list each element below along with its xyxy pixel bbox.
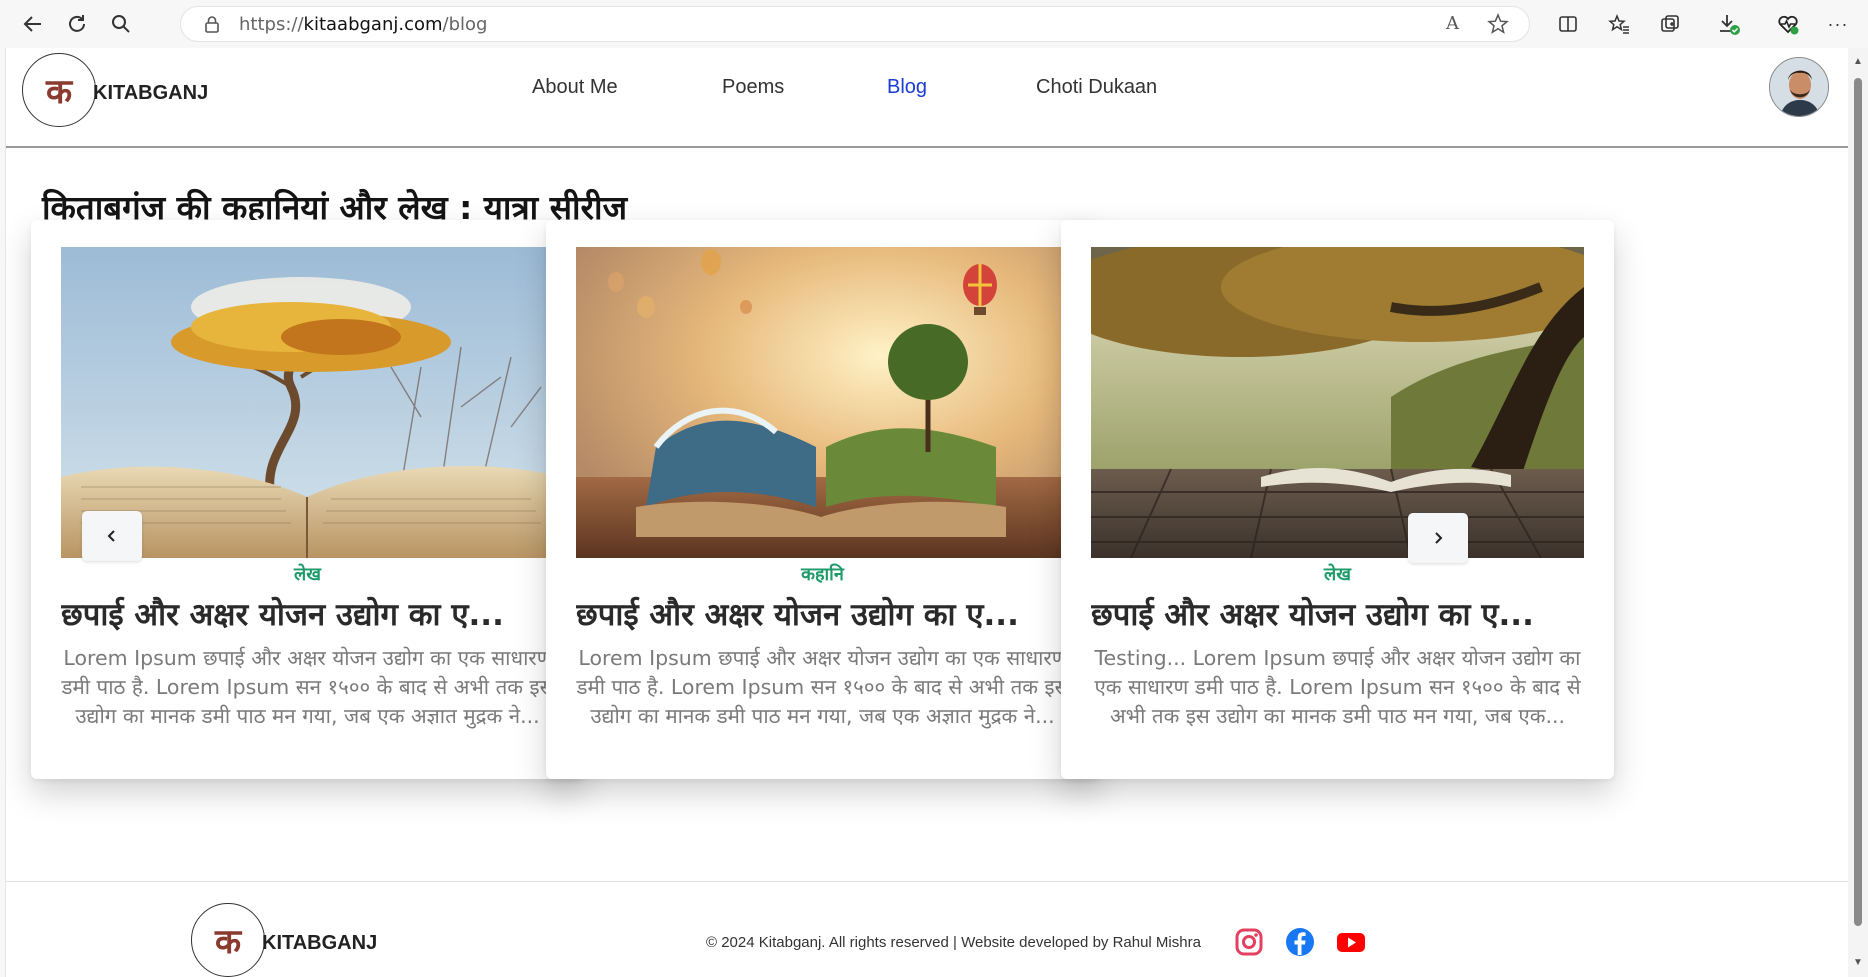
more-menu-icon[interactable]: ···: [1822, 10, 1854, 38]
copyright-text: © 2024 Kitabganj. All rights reserved | …: [706, 934, 1201, 951]
lock-icon[interactable]: [203, 15, 221, 33]
scroll-thumb[interactable]: [1854, 78, 1862, 926]
blog-card-1[interactable]: लेख छपाई और अक्षर योजन उद्योग का ए... Lo…: [31, 220, 584, 779]
card-category-1: लेख: [294, 564, 321, 585]
favorites-icon[interactable]: [1603, 10, 1635, 38]
favorite-star-icon[interactable]: [1487, 13, 1509, 41]
blog-card-3[interactable]: लेख छपाई और अक्षर योजन उद्योग का ए... Te…: [1061, 220, 1614, 779]
read-aloud-icon[interactable]: A: [1446, 13, 1459, 41]
nav-about-me[interactable]: About Me: [532, 76, 618, 99]
back-icon[interactable]: [18, 10, 48, 38]
chevron-left-icon: [107, 530, 115, 542]
facebook-icon[interactable]: [1284, 926, 1316, 958]
page-scrollbar[interactable]: ▲ ▼: [1848, 48, 1868, 977]
card-category-3: लेख: [1324, 564, 1351, 585]
footer-logo[interactable]: क: [191, 903, 265, 977]
downloads-icon[interactable]: [1713, 10, 1745, 38]
collections-icon[interactable]: [1654, 10, 1686, 38]
card-description-1: Lorem Ipsum छपाई और अक्षर योजन उद्योग का…: [61, 646, 554, 728]
nav-poems[interactable]: Poems: [722, 76, 784, 99]
blog-card-2[interactable]: कहानि छपाई और अक्षर योजन उद्योग का ए... …: [546, 220, 1099, 779]
card-image-2[interactable]: [576, 247, 1069, 558]
nav-blog[interactable]: Blog: [887, 76, 927, 99]
footer-brand-name[interactable]: KITABGANJ: [262, 932, 377, 955]
footer-logo-letter: क: [214, 922, 242, 962]
card-title-3[interactable]: छपाई और अक्षर योजन उद्योग का ए...: [1091, 593, 1591, 635]
carousel-prev-button[interactable]: [82, 511, 142, 561]
site-header: क KITABGANJ About Me Poems Blog Choti Du…: [6, 48, 1848, 148]
page-viewport: क KITABGANJ About Me Poems Blog Choti Du…: [5, 48, 1848, 977]
logo-letter: क: [45, 72, 73, 112]
address-bar[interactable]: https://kitaabganj.com/blog A: [180, 6, 1530, 42]
browser-essentials-icon[interactable]: [1772, 10, 1804, 38]
scroll-up-icon[interactable]: ▲: [1852, 56, 1864, 68]
card-title-2[interactable]: छपाई और अक्षर योजन उद्योग का ए...: [576, 593, 1076, 635]
split-screen-icon[interactable]: [1552, 10, 1584, 38]
footer-divider: [6, 881, 1848, 882]
browser-toolbar: https://kitaabganj.com/blog A ···: [0, 0, 1868, 48]
nav-choti-dukaan[interactable]: Choti Dukaan: [1036, 76, 1157, 99]
carousel-next-button[interactable]: [1408, 513, 1468, 563]
avatar[interactable]: [1769, 57, 1829, 117]
refresh-icon[interactable]: [62, 10, 92, 38]
scroll-down-icon[interactable]: ▼: [1852, 957, 1864, 969]
card-description-2: Lorem Ipsum छपाई और अक्षर योजन उद्योग का…: [576, 646, 1069, 728]
youtube-icon[interactable]: [1335, 926, 1367, 958]
chevron-right-icon: [1435, 532, 1443, 544]
brand-name[interactable]: KITABGANJ: [93, 82, 208, 105]
card-category-2: कहानि: [801, 564, 844, 585]
card-title-1[interactable]: छपाई और अक्षर योजन उद्योग का ए...: [61, 593, 561, 635]
url-text[interactable]: https://kitaabganj.com/blog: [239, 14, 487, 35]
instagram-icon[interactable]: [1233, 926, 1265, 958]
card-description-3: Testing... Lorem Ipsum छपाई और अक्षर योज…: [1094, 646, 1581, 728]
card-image-3[interactable]: [1091, 247, 1584, 558]
search-icon[interactable]: [106, 10, 136, 38]
site-logo[interactable]: क: [22, 53, 96, 127]
